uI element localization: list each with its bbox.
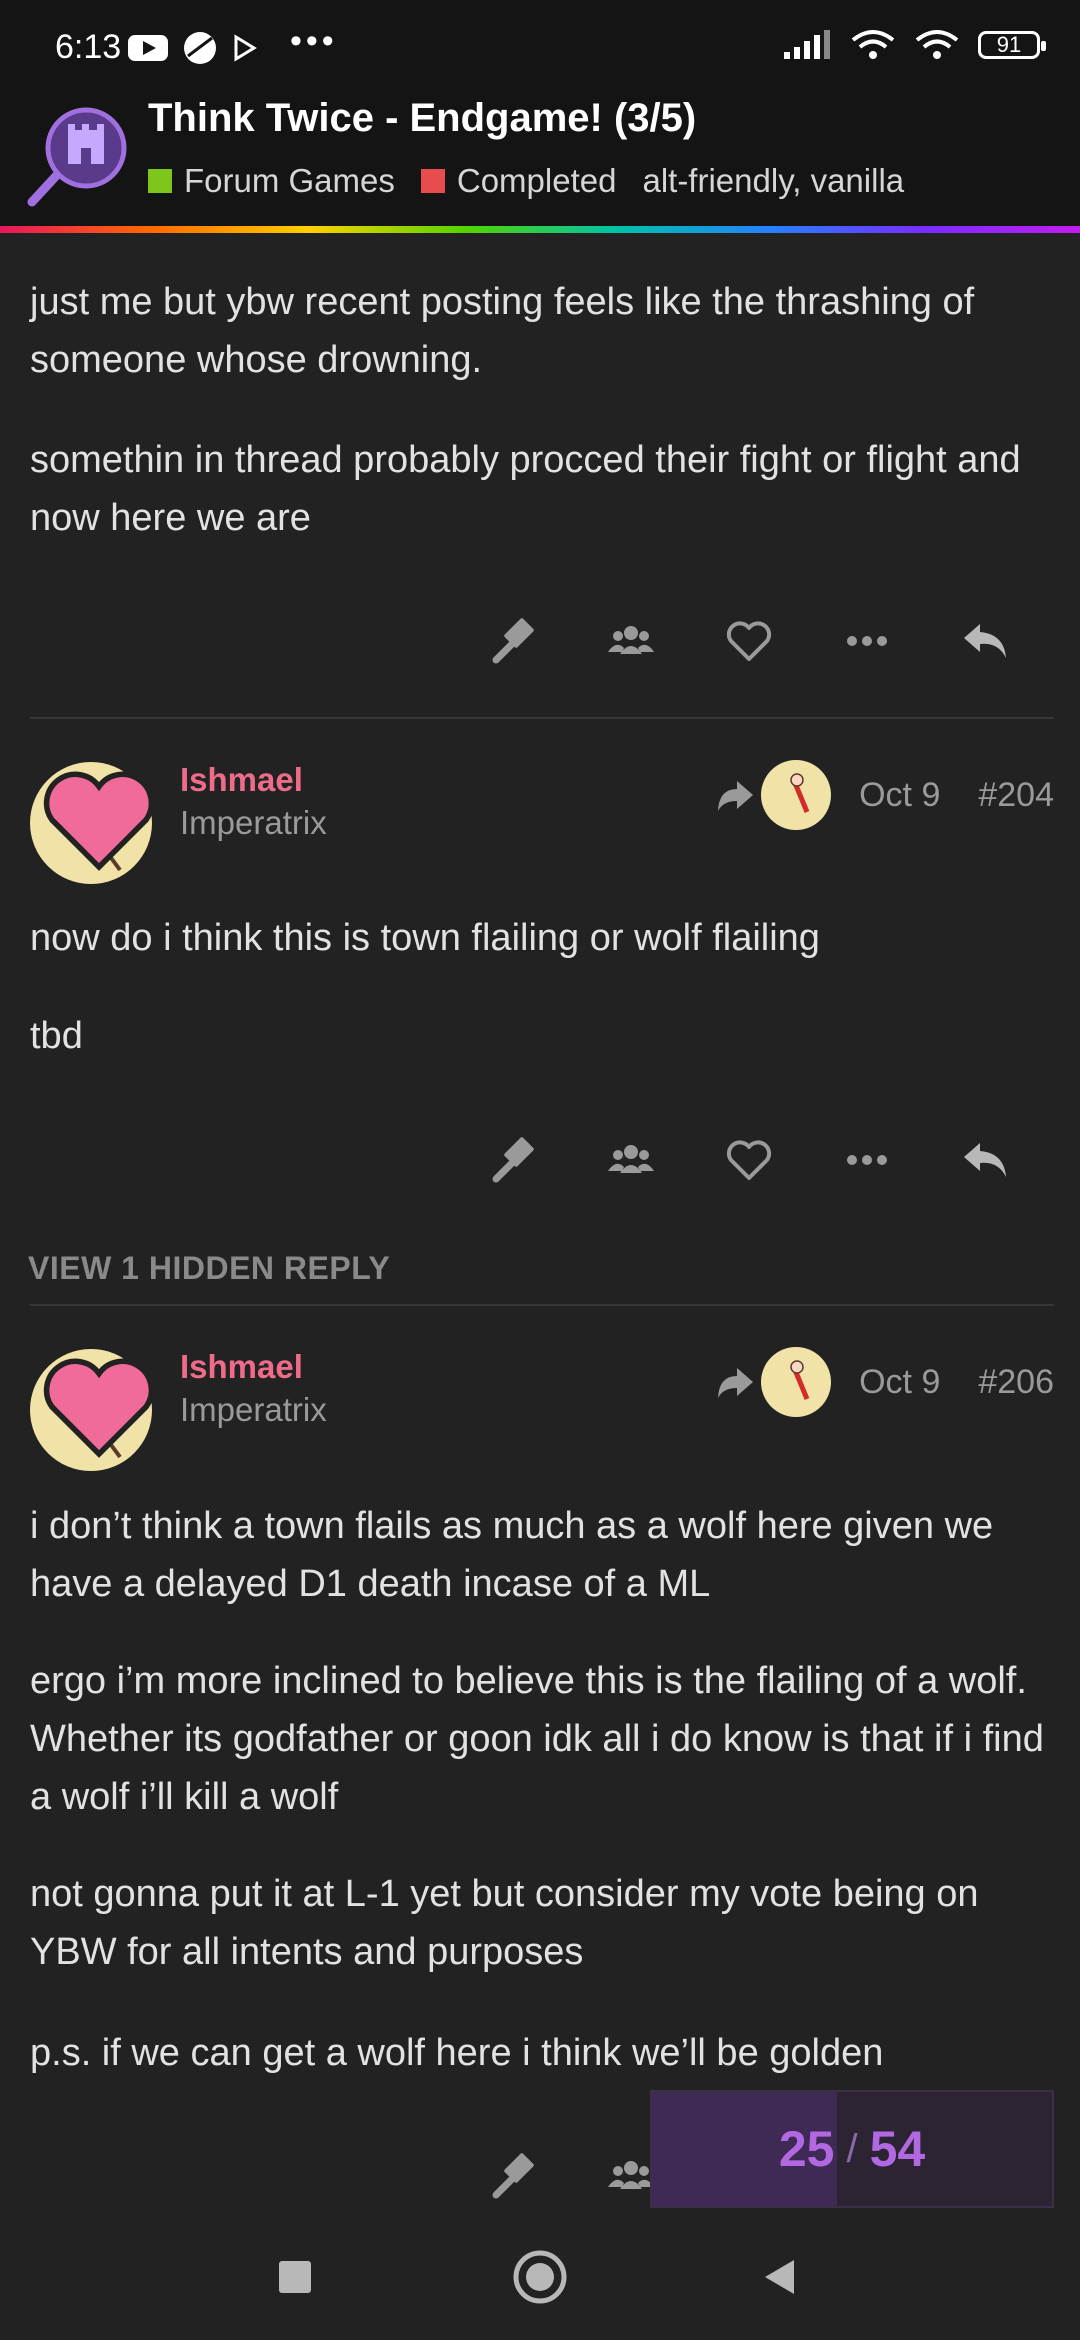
wifi-icon [915, 30, 959, 59]
post-paragraph: tbd [30, 1015, 83, 1057]
user-title: Imperatrix [180, 804, 327, 841]
post-number[interactable]: #206 [978, 1363, 1054, 1402]
more-icon [847, 1155, 887, 1165]
reply-to-avatar[interactable] [761, 760, 832, 830]
battery-level: 91 [996, 32, 1022, 57]
wifi-link-icon [851, 30, 895, 59]
header-rainbow-divider [0, 226, 1080, 233]
back-triangle-icon [765, 2260, 794, 2294]
post-divider [30, 1304, 1054, 1306]
reply-icon [964, 1143, 1006, 1177]
more-icon [847, 636, 887, 646]
forum-logo-icon[interactable] [26, 100, 136, 210]
post-actions [454, 1120, 1044, 1200]
signal-icon [784, 30, 830, 59]
post-paragraph: just me but ybw recent posting feels lik… [30, 281, 975, 381]
user-flair-heart-icon [43, 771, 155, 871]
post-number[interactable]: #204 [978, 776, 1054, 815]
user-flair-heart-icon [43, 1358, 155, 1458]
avatar[interactable] [30, 762, 155, 884]
view-hidden-reply-link[interactable]: VIEW 1 HIDDEN REPLY [28, 1250, 390, 1287]
post-paragraph: not gonna put it at L-1 yet but consider… [30, 1873, 979, 1973]
reply-to-avatar-image [790, 773, 810, 813]
post-paragraph: p.s. if we can get a wolf here i think w… [30, 2032, 884, 2074]
progress-text: 25 / 54 [652, 2092, 1052, 2206]
progress-current: 25 [778, 2121, 835, 2177]
like-button[interactable] [690, 1120, 808, 1200]
more-button[interactable] [808, 601, 926, 681]
topic-tags[interactable]: alt-friendly, vanilla [642, 162, 904, 200]
user-title: Imperatrix [180, 1391, 327, 1428]
topic-header: Think Twice - Endgame! (3/5) Forum Games… [0, 92, 1080, 226]
post-paragraph: somethin in thread probably procced thei… [30, 439, 1021, 539]
progress-total: 54 [869, 2121, 926, 2177]
square-icon [279, 2261, 311, 2293]
share-icon[interactable] [715, 1362, 755, 1402]
post-actions [454, 601, 1044, 681]
reply-icon [964, 624, 1006, 658]
more-button[interactable] [808, 1120, 926, 1200]
gavel-button[interactable] [454, 1120, 572, 1200]
recents-button[interactable] [260, 2242, 330, 2312]
heart-icon [726, 621, 772, 661]
post-date[interactable]: Oct 9 [859, 776, 940, 815]
progress-separator: / [846, 2126, 858, 2171]
status-badge[interactable]: Completed [420, 162, 617, 200]
users-icon [608, 1145, 654, 1173]
gavel-button[interactable] [454, 601, 572, 681]
users-icon [608, 626, 654, 654]
play-store-icon [234, 34, 257, 62]
battery-icon: 91 [978, 31, 1046, 59]
post-paragraph: now do i think this is town flailing or … [30, 917, 820, 959]
app-icon [184, 32, 216, 64]
reply-button[interactable] [926, 1120, 1044, 1200]
post-paragraph: ergo i’m more inclined to believe this i… [30, 1660, 1044, 1818]
notification-icons [128, 30, 258, 66]
post-meta: Oct 9 #204 [715, 760, 1054, 830]
gavel-icon [492, 2153, 534, 2199]
avatar[interactable] [30, 1349, 155, 1471]
gavel-icon [492, 1137, 534, 1183]
users-button[interactable] [572, 601, 690, 681]
users-button[interactable] [572, 1120, 690, 1200]
reply-to-avatar-image [790, 1360, 810, 1400]
home-button[interactable] [505, 2242, 575, 2312]
topic-title[interactable]: Think Twice - Endgame! (3/5) [148, 96, 696, 141]
status-indicators: 91 [782, 28, 1046, 62]
post-meta: Oct 9 #206 [715, 1347, 1054, 1417]
status-label: Completed [456, 162, 617, 199]
gavel-button[interactable] [454, 2136, 572, 2216]
status-bar: 6:13 ••• 91 [0, 0, 1080, 92]
heart-icon [726, 1140, 772, 1180]
youtube-icon [128, 35, 168, 61]
gavel-icon [492, 618, 534, 664]
reply-button[interactable] [926, 601, 1044, 681]
post-date[interactable]: Oct 9 [859, 1363, 940, 1402]
share-icon[interactable] [715, 775, 755, 815]
topic-meta: Forum Games Completed alt-friendly, vani… [148, 162, 904, 200]
topic-progress[interactable]: 25 / 54 [650, 2090, 1054, 2208]
back-button[interactable] [745, 2242, 815, 2312]
system-nav-bar [0, 2218, 1080, 2340]
status-color-square [420, 169, 445, 193]
category-label: Forum Games [184, 162, 395, 199]
username[interactable]: Ishmael [180, 1348, 303, 1386]
category-color-square [148, 169, 172, 193]
post-paragraph: i don’t think a town flails as much as a… [30, 1505, 994, 1605]
home-circle-icon [513, 2250, 567, 2304]
post-divider [30, 717, 1054, 719]
category-badge[interactable]: Forum Games [148, 162, 395, 200]
more-notifications-icon: ••• [290, 22, 338, 60]
status-time: 6:13 [55, 28, 122, 66]
reply-to-avatar[interactable] [761, 1347, 832, 1417]
like-button[interactable] [690, 601, 808, 681]
username[interactable]: Ishmael [180, 761, 303, 799]
users-icon [608, 2161, 654, 2189]
